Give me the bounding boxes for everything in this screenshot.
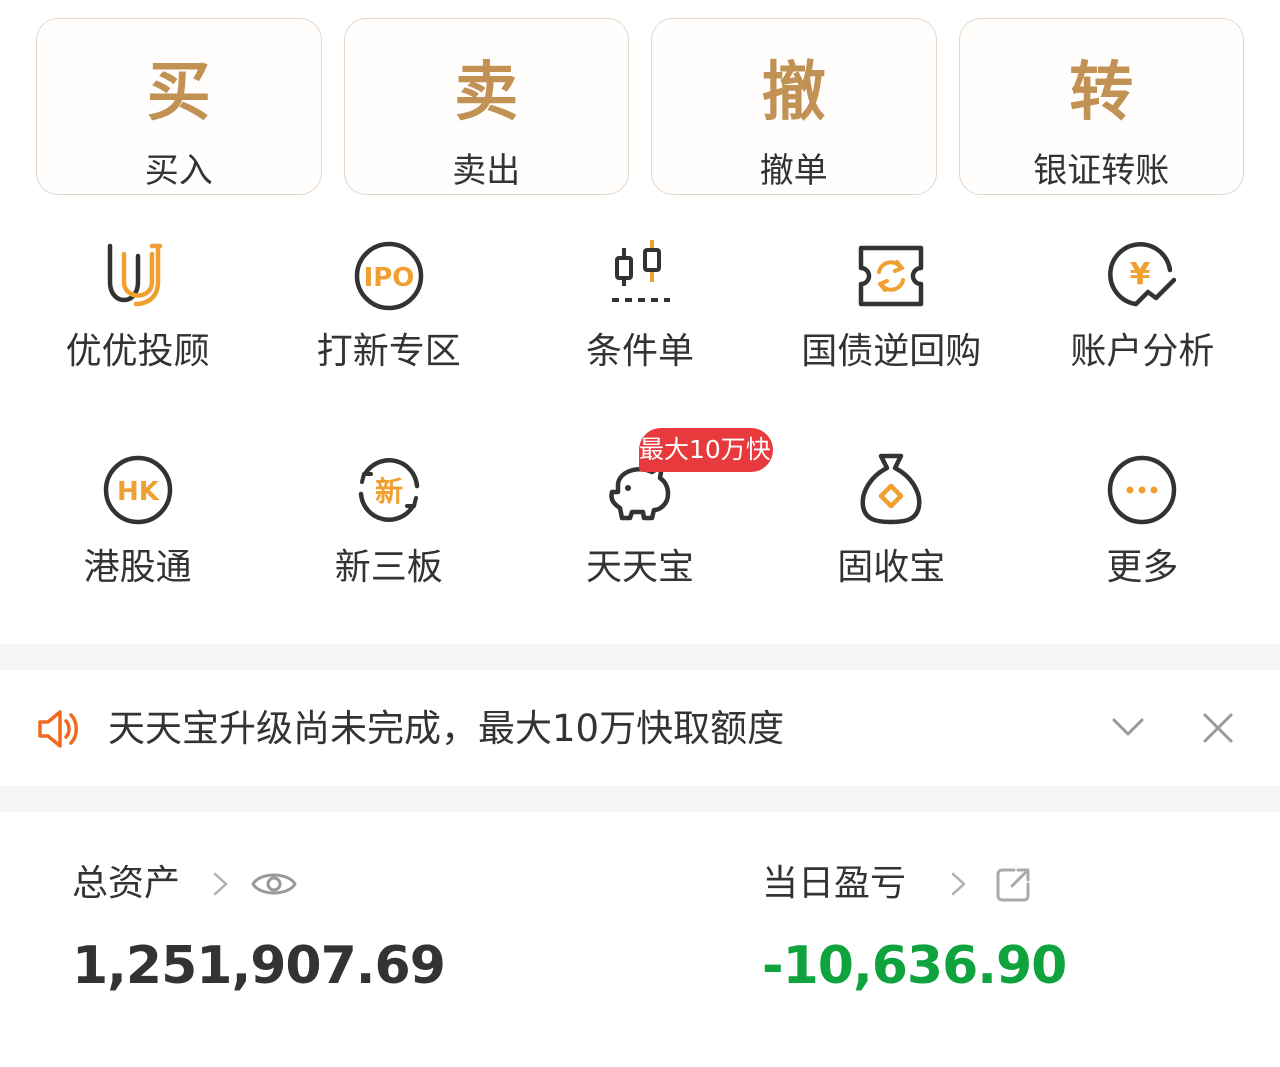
- candlestick-icon: [598, 234, 682, 318]
- hk-icon-text: HK: [117, 477, 160, 507]
- chevron-right-icon[interactable]: [210, 864, 232, 904]
- repo-ticket-icon: [849, 234, 933, 318]
- sell-label: 卖出: [452, 151, 521, 191]
- chevron-down-icon[interactable]: [1108, 708, 1148, 748]
- notice-text: 天天宝升级尚未完成，最大10万快取额度: [108, 707, 785, 750]
- feature-more[interactable]: 更多: [1017, 444, 1268, 604]
- feature-hk-connect[interactable]: HK 港股通: [12, 444, 263, 604]
- feature-label: 条件单: [586, 331, 695, 372]
- hk-icon: HK: [96, 448, 180, 532]
- feature-account-analysis[interactable]: ¥ 账户分析: [1017, 230, 1268, 390]
- ipo-icon: IPO: [347, 234, 431, 318]
- ipo-icon-text: IPO: [363, 263, 414, 293]
- total-assets-value: 1,251,907.69: [72, 936, 446, 996]
- feature-label: 账户分析: [1070, 331, 1215, 372]
- section-divider: [0, 644, 1280, 670]
- feature-label: 天天宝: [586, 547, 695, 588]
- transfer-glyph: 转: [1069, 55, 1134, 130]
- total-assets-label[interactable]: 总资产: [72, 860, 180, 908]
- share-icon[interactable]: [994, 866, 1032, 904]
- new-icon-text: 新: [375, 475, 403, 508]
- feature-label: 固收宝: [837, 547, 946, 588]
- yen-icon-text: ¥: [1130, 257, 1151, 292]
- feature-uu-advisor[interactable]: 优优投顾: [12, 230, 263, 390]
- feature-label: 新三板: [334, 547, 443, 588]
- feature-label: 国债逆回购: [801, 331, 982, 372]
- feature-new-third-board[interactable]: 新 新三板: [263, 444, 514, 604]
- promo-badge: 最大10万快: [639, 428, 773, 472]
- uu-advisor-icon: [96, 234, 180, 318]
- trade-actions: 买 买入 卖 卖出 撤 撤单 转 银证转账: [36, 18, 1244, 195]
- speaker-icon: [38, 710, 78, 748]
- bank-transfer-button[interactable]: 转 银证转账: [958, 18, 1244, 195]
- sell-glyph: 卖: [454, 55, 519, 130]
- money-bag-icon: [849, 448, 933, 532]
- yen-chart-icon: ¥: [1100, 234, 1184, 318]
- chevron-right-icon[interactable]: [948, 864, 970, 904]
- transfer-label: 银证转账: [1033, 151, 1170, 191]
- daily-pnl-value: -10,636.90: [762, 936, 1067, 996]
- feature-conditional-order[interactable]: 条件单: [514, 230, 765, 390]
- feature-label: 优优投顾: [65, 331, 210, 372]
- feature-label: 打新专区: [316, 331, 461, 372]
- feature-ipo-zone[interactable]: IPO 打新专区: [263, 230, 514, 390]
- daily-pnl-label[interactable]: 当日盈亏: [762, 860, 906, 908]
- new-third-board-icon: 新: [347, 448, 431, 532]
- section-divider: [0, 786, 1280, 812]
- feature-label: 港股通: [83, 547, 192, 588]
- sell-button[interactable]: 卖 卖出: [343, 18, 629, 195]
- close-icon[interactable]: [1198, 708, 1238, 748]
- feature-grid-row-1: 优优投顾 IPO 打新专区 条件单 国债逆回购 ¥ 账户分析: [12, 230, 1268, 390]
- feature-treasury-repo[interactable]: 国债逆回购: [766, 230, 1017, 390]
- more-icon: [1100, 448, 1184, 532]
- cancel-glyph: 撤: [761, 55, 826, 130]
- feature-label: 更多: [1106, 547, 1179, 588]
- buy-label: 买入: [144, 151, 213, 191]
- cancel-label: 撤单: [759, 151, 828, 191]
- cancel-order-button[interactable]: 撤 撤单: [651, 18, 937, 195]
- eye-icon[interactable]: [250, 864, 298, 904]
- buy-glyph: 买: [146, 55, 211, 130]
- feature-fixed-income[interactable]: 固收宝: [766, 444, 1017, 604]
- buy-button[interactable]: 买 买入: [36, 18, 322, 195]
